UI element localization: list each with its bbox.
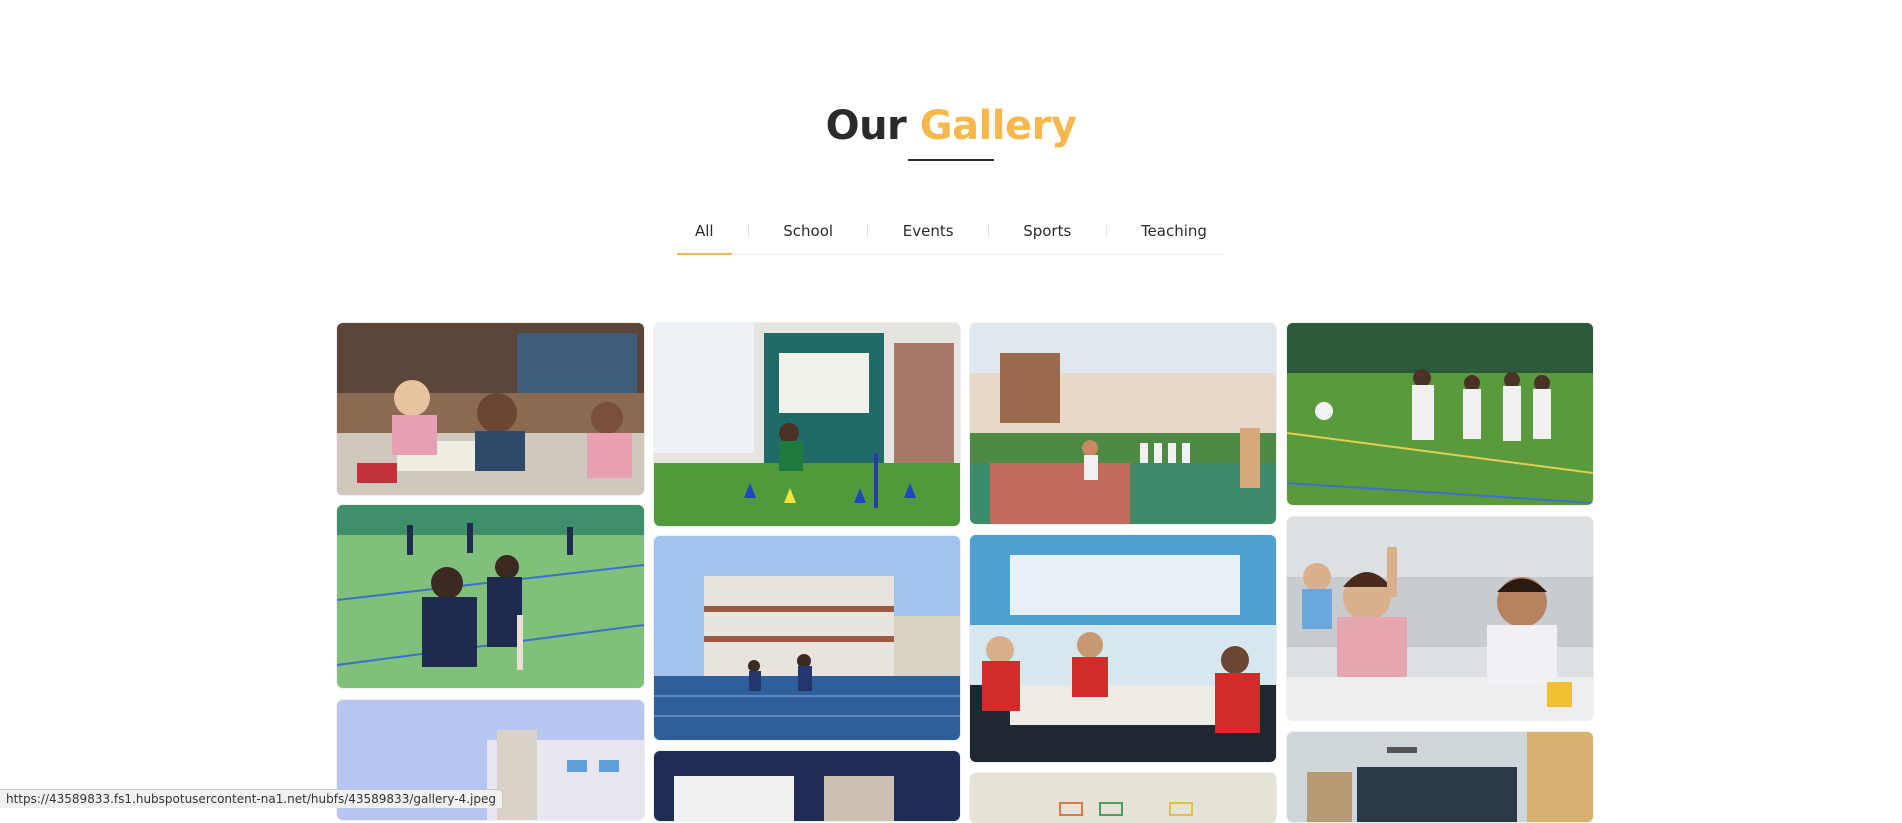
- gallery-image-presentation-slide[interactable]: [654, 751, 960, 821]
- tab-sports[interactable]: Sports: [1005, 208, 1089, 254]
- gallery-image-classroom-wall[interactable]: [970, 773, 1276, 823]
- tab-divider: [747, 225, 749, 237]
- gallery-image-sports-day-obstacle-run[interactable]: [654, 323, 960, 526]
- tab-divider: [987, 225, 989, 237]
- gallery-image-school-building-running-track[interactable]: [654, 536, 960, 740]
- heading-word-gallery: Gallery: [919, 103, 1077, 149]
- tab-all[interactable]: All: [677, 208, 732, 255]
- tab-teaching[interactable]: Teaching: [1123, 208, 1225, 254]
- gallery-image-basketball-court[interactable]: [970, 323, 1276, 524]
- gallery-image-cricket-practice[interactable]: [337, 505, 644, 688]
- gallery-image-classroom-raised-hands[interactable]: [337, 323, 644, 495]
- gallery-filter-tabs: All School Events Sports Teaching: [677, 208, 1225, 255]
- gallery-image-football-field[interactable]: [1287, 323, 1593, 505]
- tab-divider: [867, 225, 869, 237]
- gallery-heading: Our Gallery: [0, 96, 1902, 156]
- tab-events[interactable]: Events: [885, 208, 972, 254]
- tab-divider: [1105, 225, 1107, 237]
- gallery-image-happy-students-desk[interactable]: [1287, 517, 1593, 720]
- gallery-image-classroom-red-uniforms[interactable]: [970, 535, 1276, 762]
- gallery-image-classroom-maps[interactable]: [1287, 732, 1593, 822]
- heading-underline: [908, 159, 994, 161]
- tab-school[interactable]: School: [765, 208, 851, 254]
- link-preview-status-bar: https://43589833.fs1.hubspotusercontent-…: [0, 789, 503, 808]
- heading-word-our: Our: [825, 103, 907, 149]
